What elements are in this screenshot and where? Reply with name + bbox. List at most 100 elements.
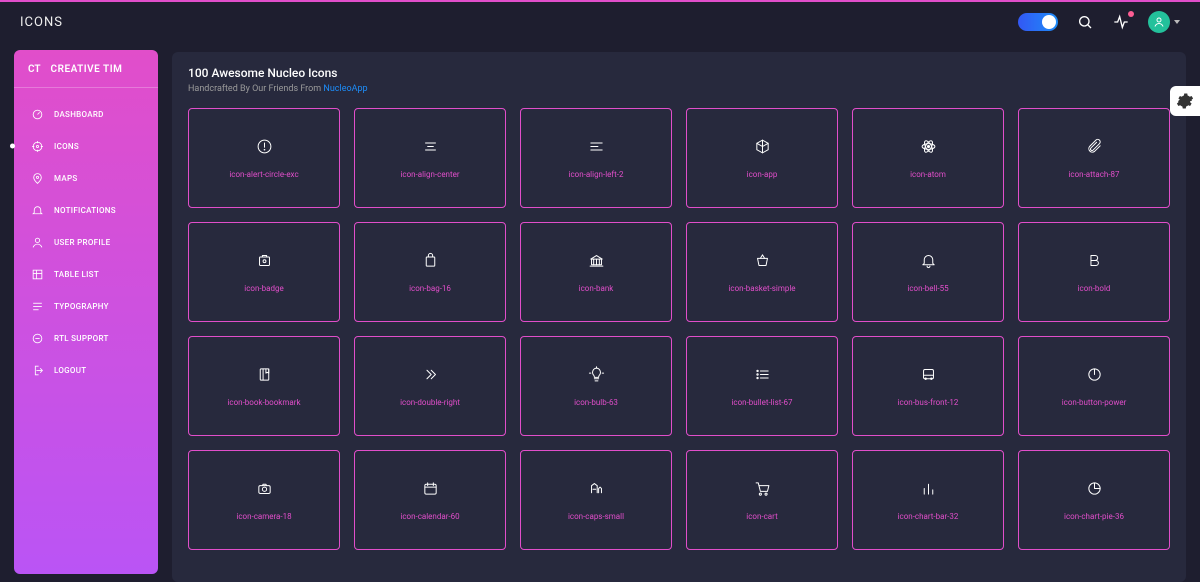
icon-label: icon-align-center [400, 170, 459, 179]
icon-label: icon-app [747, 170, 778, 179]
icons-icon [30, 139, 44, 153]
dashboard-icon [30, 107, 44, 121]
icon-cell-cube[interactable]: icon-app [686, 108, 838, 208]
bar-chart-icon [919, 480, 937, 498]
sidebar-item-label: LOGOUT [54, 366, 86, 375]
user-menu[interactable] [1148, 11, 1180, 33]
basket-icon [753, 252, 771, 270]
icon-label: icon-chart-bar-32 [898, 512, 959, 521]
brand-name: CREATIVE TIM [51, 64, 123, 75]
rtl-support-icon [30, 331, 44, 345]
logout-icon [30, 363, 44, 377]
sidebar-item-dashboard[interactable]: DASHBOARD [20, 98, 152, 130]
icon-label: icon-bus-front-12 [898, 398, 959, 407]
sidebar-item-label: RTL SUPPORT [54, 334, 109, 343]
sidebar-item-label: DASHBOARD [54, 110, 104, 119]
user-profile-icon [30, 235, 44, 249]
activity-icon[interactable] [1112, 13, 1130, 31]
card-title: 100 Awesome Nucleo Icons [188, 66, 1170, 80]
bus-icon [919, 366, 937, 384]
topbar-actions [1018, 11, 1180, 33]
icon-cell-caps[interactable]: icon-caps-small [520, 450, 672, 550]
sidebar-nav: DASHBOARD ICONS MAPS NOTIFICATIONS USER PROF… [14, 98, 158, 386]
icons-card: 100 Awesome Nucleo Icons Handcrafted By … [172, 52, 1186, 582]
gear-icon [1176, 92, 1194, 110]
icon-label: icon-camera-18 [236, 512, 291, 521]
icon-cell-camera[interactable]: icon-camera-18 [188, 450, 340, 550]
icon-cell-pie-chart[interactable]: icon-chart-pie-36 [1018, 450, 1170, 550]
sidebar-item-label: MAPS [54, 174, 78, 183]
icon-label: icon-chart-pie-36 [1064, 512, 1124, 521]
icon-label: icon-alert-circle-exc [229, 170, 298, 179]
search-icon[interactable] [1076, 13, 1094, 31]
icon-label: icon-align-left-2 [569, 170, 624, 179]
icon-label: icon-cart [746, 512, 777, 521]
theme-toggle[interactable] [1018, 13, 1058, 31]
sidebar-item-notifications[interactable]: NOTIFICATIONS [20, 194, 152, 226]
icon-label: icon-double-right [400, 398, 460, 407]
icon-cell-alert[interactable]: icon-alert-circle-exc [188, 108, 340, 208]
alert-icon [255, 138, 273, 156]
notification-dot [1128, 11, 1134, 17]
icon-label: icon-button-power [1062, 398, 1127, 407]
pie-chart-icon [1085, 480, 1103, 498]
sidebar-item-typography[interactable]: TYPOGRAPHY [20, 290, 152, 322]
brand[interactable]: CT CREATIVE TIM [14, 64, 158, 88]
icon-cell-book[interactable]: icon-book-bookmark [188, 336, 340, 436]
icon-cell-bus[interactable]: icon-bus-front-12 [852, 336, 1004, 436]
sidebar-item-icons[interactable]: ICONS [20, 130, 152, 162]
caps-icon [587, 480, 605, 498]
icon-cell-bag[interactable]: icon-bag-16 [354, 222, 506, 322]
icon-cell-align-left[interactable]: icon-align-left-2 [520, 108, 672, 208]
camera-icon [255, 480, 273, 498]
sidebar-item-maps[interactable]: MAPS [20, 162, 152, 194]
bank-icon [587, 252, 605, 270]
icon-label: icon-bag-16 [409, 284, 451, 293]
align-center-icon [421, 138, 439, 156]
icon-label: icon-bold [1078, 284, 1111, 293]
badge-icon [255, 252, 273, 270]
icon-cell-bold[interactable]: icon-bold [1018, 222, 1170, 322]
icon-label: icon-bulb-63 [574, 398, 618, 407]
typography-icon [30, 299, 44, 313]
sidebar: CT CREATIVE TIM DASHBOARD ICONS MAPS NOTIFI… [14, 50, 158, 574]
icon-label: icon-attach-87 [1068, 170, 1119, 179]
sidebar-item-table-list[interactable]: TABLE LIST [20, 258, 152, 290]
align-left-icon [587, 138, 605, 156]
cart-icon [753, 480, 771, 498]
sidebar-item-label: USER PROFILE [54, 238, 110, 247]
icon-grid: icon-alert-circle-exc icon-align-center ic… [188, 108, 1170, 550]
icon-label: icon-calendar-60 [400, 512, 459, 521]
icon-cell-atom[interactable]: icon-atom [852, 108, 1004, 208]
icon-cell-basket[interactable]: icon-basket-simple [686, 222, 838, 322]
avatar [1148, 11, 1170, 33]
icon-label: icon-badge [244, 284, 283, 293]
icon-cell-chevrons-right[interactable]: icon-double-right [354, 336, 506, 436]
icon-cell-cart[interactable]: icon-cart [686, 450, 838, 550]
icon-cell-bank[interactable]: icon-bank [520, 222, 672, 322]
icon-label: icon-bell-55 [907, 284, 948, 293]
sidebar-item-rtl-support[interactable]: RTL SUPPORT [20, 322, 152, 354]
book-icon [255, 366, 273, 384]
calendar-icon [421, 480, 439, 498]
sidebar-item-label: TABLE LIST [54, 270, 99, 279]
notifications-icon [30, 203, 44, 217]
topbar: ICONS [0, 2, 1200, 42]
sidebar-item-logout[interactable]: LOGOUT [20, 354, 152, 386]
icon-cell-bar-chart[interactable]: icon-chart-bar-32 [852, 450, 1004, 550]
icon-cell-calendar[interactable]: icon-calendar-60 [354, 450, 506, 550]
icon-label: icon-atom [910, 170, 946, 179]
icon-cell-bell[interactable]: icon-bell-55 [852, 222, 1004, 322]
paperclip-icon [1085, 138, 1103, 156]
sidebar-item-user-profile[interactable]: USER PROFILE [20, 226, 152, 258]
settings-fab[interactable] [1170, 86, 1200, 116]
icon-cell-badge[interactable]: icon-badge [188, 222, 340, 322]
icon-cell-bulb[interactable]: icon-bulb-63 [520, 336, 672, 436]
bell-icon [919, 252, 937, 270]
icon-cell-align-center[interactable]: icon-align-center [354, 108, 506, 208]
icon-cell-paperclip[interactable]: icon-attach-87 [1018, 108, 1170, 208]
page-title: ICONS [20, 15, 63, 30]
nucleo-link[interactable]: NucleoApp [323, 84, 367, 94]
icon-cell-power[interactable]: icon-button-power [1018, 336, 1170, 436]
icon-cell-list[interactable]: icon-bullet-list-67 [686, 336, 838, 436]
